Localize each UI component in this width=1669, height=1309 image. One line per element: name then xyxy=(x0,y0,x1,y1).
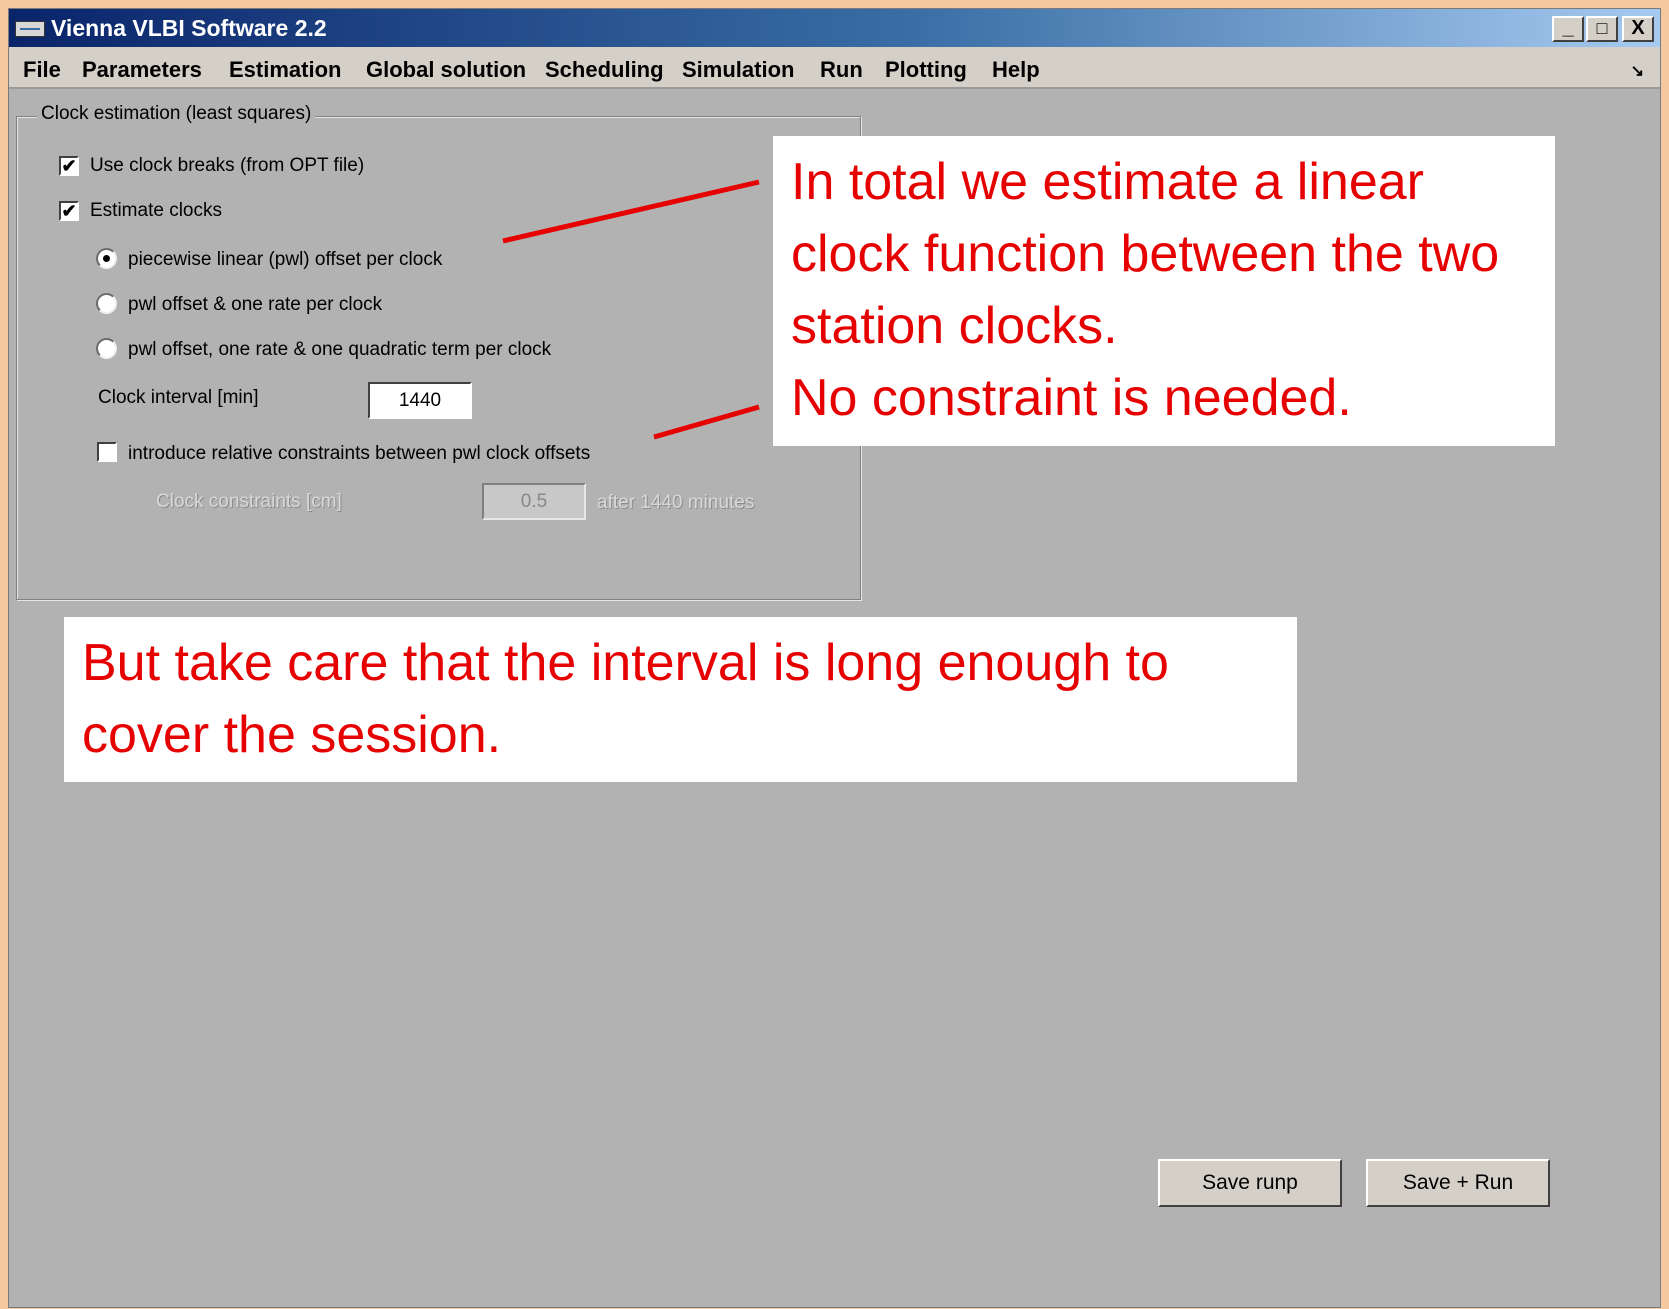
save-runp-button[interactable]: Save runp xyxy=(1158,1159,1342,1207)
annotation-pointer-lines xyxy=(502,179,760,440)
pointer-line-to-pwl xyxy=(502,179,760,244)
app-window: Vienna VLBI Software 2.2 _ □ X File Para… xyxy=(8,8,1661,1308)
pointer-line-to-constraints xyxy=(653,404,760,440)
save-run-button[interactable]: Save + Run xyxy=(1366,1159,1550,1207)
